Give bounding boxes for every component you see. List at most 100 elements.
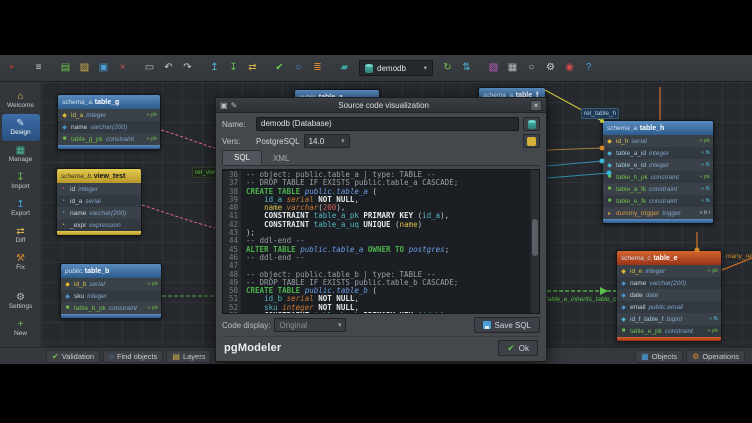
find-icon-glyph: ○ bbox=[295, 63, 301, 73]
close-model-icon-glyph: × bbox=[120, 63, 126, 73]
relationship-label-rel-inherits[interactable]: table_e_inherits_table_c bbox=[544, 295, 618, 304]
objects-icon: ▦ bbox=[641, 352, 649, 361]
toolbar-right-group: ↻ ⇅ ▧ ▦○⚙◉? bbox=[439, 59, 597, 77]
settings-icon[interactable]: ⚙ bbox=[542, 59, 559, 77]
name-label: Name: bbox=[222, 120, 252, 129]
export-icon[interactable]: ↥ bbox=[206, 59, 223, 77]
app-icon[interactable]: ▪ bbox=[3, 59, 20, 77]
operations-button[interactable]: ⚙Operations bbox=[686, 350, 745, 363]
code-display-combo[interactable]: Original ▾ bbox=[274, 318, 346, 332]
sidebar-item-new[interactable]: +New bbox=[2, 315, 40, 342]
code-token: OWNER TO bbox=[368, 245, 404, 254]
close-icon[interactable]: × bbox=[530, 100, 542, 111]
code-token: ( bbox=[368, 187, 377, 196]
export-icon-glyph: ↥ bbox=[210, 63, 218, 73]
save-model-icon[interactable]: ▣ bbox=[95, 59, 112, 77]
save-sql-button[interactable]: Save SQL bbox=[474, 317, 540, 333]
undo-icon[interactable]: ↶ bbox=[160, 59, 177, 77]
find-icon[interactable]: ○ bbox=[290, 59, 307, 77]
refresh-icon-glyph: ↻ bbox=[443, 63, 451, 73]
name-field[interactable]: demodb (Database) bbox=[256, 117, 519, 131]
sidebar-item-import[interactable]: ↧Import bbox=[2, 168, 40, 195]
edit-code-icon-button[interactable] bbox=[523, 134, 540, 148]
database-model-icon[interactable]: ▰ bbox=[336, 59, 353, 77]
new-model-icon[interactable]: ▤ bbox=[57, 59, 74, 77]
dialog-body: Name: demodb (Database) Vers: PostgreSQL… bbox=[216, 113, 546, 361]
save-model-icon-glyph: ▣ bbox=[99, 63, 108, 73]
dialog-titlebar[interactable]: ▣ ✎ Source code visualization × bbox=[216, 98, 546, 113]
grid-icon[interactable]: ▦ bbox=[504, 59, 521, 77]
ok-label: Ok bbox=[519, 344, 529, 353]
pgmodeler-logo: pgModeler bbox=[224, 342, 281, 354]
scrollbar-thumb[interactable] bbox=[532, 219, 538, 256]
sidebar-item-design[interactable]: ✎Design bbox=[2, 114, 40, 141]
menu-icon[interactable]: ≡ bbox=[30, 59, 47, 77]
toolbar-left-group: ▪ ≡ ▤▨ ▣ × ▭ ↶↷ ↥ ↧ ⇄ ✔ ○ ≣ ▰ bbox=[3, 59, 353, 77]
print-icon[interactable]: ▭ bbox=[141, 59, 158, 77]
sidebar-item-settings[interactable]: ⚙Settings bbox=[2, 288, 40, 315]
tab-xml[interactable]: XML bbox=[262, 152, 300, 165]
code-token: table_a_uq bbox=[314, 220, 359, 229]
fix-icon: ⚒ bbox=[16, 253, 25, 264]
appearance-icon[interactable]: ▧ bbox=[485, 59, 502, 77]
print-icon-glyph: ▭ bbox=[145, 63, 154, 73]
database-icon bbox=[365, 64, 373, 73]
database-icon-button[interactable] bbox=[523, 117, 540, 131]
code-token: PRIMARY KEY bbox=[363, 311, 413, 313]
sql-code-editor[interactable]: 36-- object: public.table_a | type: TABL… bbox=[222, 169, 540, 314]
objects-button[interactable]: ▦Objects bbox=[635, 350, 683, 363]
sidebar-item-label: New bbox=[14, 330, 27, 338]
sidebar-item-manage[interactable]: ▦Manage bbox=[2, 141, 40, 168]
code-text: CONSTRAINT table_b_pk PRIMARY KEY (id_b)… bbox=[246, 312, 449, 313]
appearance-icon-glyph: ▧ bbox=[489, 63, 498, 73]
zoom-icon[interactable]: ○ bbox=[523, 59, 540, 77]
open-model-icon[interactable]: ▨ bbox=[76, 59, 93, 77]
sql-tool-icon[interactable]: ≣ bbox=[309, 59, 326, 77]
diff-icon-glyph: ⇄ bbox=[248, 63, 256, 73]
code-token: ), bbox=[440, 311, 449, 313]
code-tabs: SQL XML bbox=[222, 151, 540, 166]
tab-sql[interactable]: SQL bbox=[222, 150, 262, 165]
relationship-label-rel-many[interactable]: many_rel bbox=[724, 252, 752, 261]
validation-icon[interactable]: ✔ bbox=[271, 59, 288, 77]
design-icon: ✎ bbox=[16, 118, 24, 129]
layers-button[interactable]: ▤Layers bbox=[166, 350, 211, 363]
database-combo[interactable]: demodb ▾ bbox=[359, 60, 433, 76]
code-scrollbar[interactable] bbox=[530, 170, 539, 313]
welcome-icon: ⌂ bbox=[17, 91, 23, 102]
code-lines: 36-- object: public.table_a | type: TABL… bbox=[223, 170, 530, 313]
version-combo[interactable]: 14.0 ▾ bbox=[304, 134, 350, 148]
sidebar-item-fix[interactable]: ⚒Fix bbox=[2, 249, 40, 276]
letterbox-bottom bbox=[0, 364, 752, 423]
validation-button[interactable]: ✔Validation bbox=[46, 350, 100, 363]
power-icon[interactable]: ◉ bbox=[561, 59, 578, 77]
chevron-down-icon: ▾ bbox=[423, 64, 427, 72]
close-model-icon[interactable]: × bbox=[114, 59, 131, 77]
redo-icon[interactable]: ↷ bbox=[179, 59, 196, 77]
refresh-icon[interactable]: ↻ bbox=[439, 59, 456, 77]
code-text: -- ddl-end -- bbox=[246, 254, 305, 262]
settings-icon: ⚙ bbox=[16, 292, 25, 303]
ok-button[interactable]: ✔ Ok bbox=[498, 340, 538, 356]
database-combo-value: demodb bbox=[377, 64, 406, 73]
sidebar-item-welcome[interactable]: ⌂Welcome bbox=[2, 87, 40, 114]
code-token: name bbox=[400, 220, 418, 229]
swap-database-icon[interactable]: ⇅ bbox=[458, 59, 475, 77]
code-token: id_a bbox=[422, 211, 440, 220]
save-sql-label: Save SQL bbox=[495, 321, 531, 330]
sidebar-item-export[interactable]: ↥Export bbox=[2, 195, 40, 222]
version-product: PostgreSQL bbox=[256, 137, 300, 146]
validation-icon: ✔ bbox=[52, 352, 59, 361]
help-icon[interactable]: ? bbox=[580, 59, 597, 77]
sidebar-item-diff[interactable]: ⇄Diff bbox=[2, 222, 40, 249]
relationship-label-rel-table-h[interactable]: rel_table_h bbox=[581, 108, 619, 119]
swap-database-icon-glyph: ⇅ bbox=[462, 63, 470, 73]
code-line: 42 CONSTRAINT table_a_uq UNIQUE (name) bbox=[223, 221, 530, 229]
diff-icon[interactable]: ⇄ bbox=[244, 59, 261, 77]
find-objects-button[interactable]: ○Find objects bbox=[103, 350, 163, 363]
sidebar-item-label: Diff bbox=[16, 237, 26, 245]
code-token: -- ddl-end -- bbox=[246, 253, 305, 262]
import-icon[interactable]: ↧ bbox=[225, 59, 242, 77]
sidebar-item-label: Welcome bbox=[7, 102, 34, 110]
import-icon: ↧ bbox=[16, 172, 24, 183]
